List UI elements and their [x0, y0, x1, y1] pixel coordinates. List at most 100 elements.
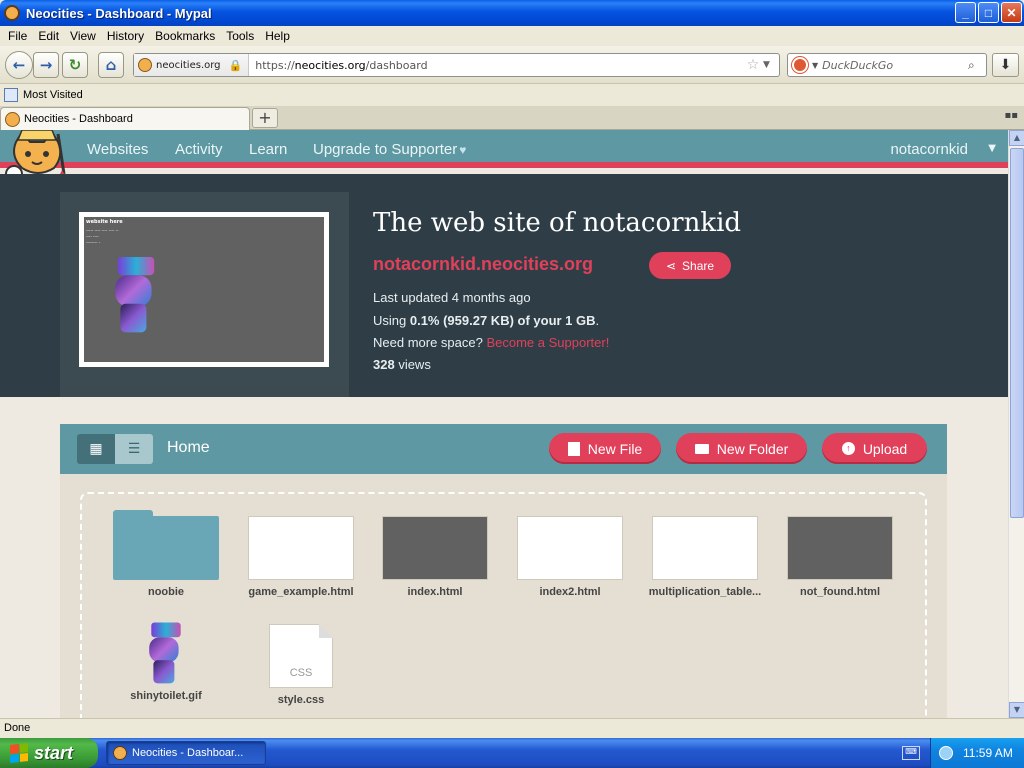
status-bar: Done: [0, 718, 1024, 738]
nav-link-activity[interactable]: Activity: [175, 141, 223, 158]
nav-link-learn[interactable]: Learn: [249, 141, 287, 158]
network-icon[interactable]: [939, 746, 953, 760]
file-name: game_example.html: [248, 586, 354, 598]
url-text[interactable]: https://neocities.org/dashboard: [249, 59, 743, 72]
url-dropdown-icon[interactable]: ▼: [763, 60, 779, 70]
share-button[interactable]: ⋖ Share: [649, 252, 731, 279]
url-prefix: https://: [255, 58, 295, 72]
nav-link-upgrade[interactable]: Upgrade to Supporter ♥: [313, 141, 466, 158]
download-arrow-icon: ⬇: [999, 57, 1012, 73]
downloads-button[interactable]: ⬇: [992, 53, 1019, 77]
nav-link-upgrade-label: Upgrade to Supporter: [313, 141, 458, 158]
html-preview-thumbnail: [787, 516, 893, 580]
search-engine-dropdown-icon[interactable]: ▼: [812, 61, 818, 70]
taskbar-item-mypal[interactable]: Neocities - Dashboar...: [106, 741, 266, 765]
user-menu[interactable]: notacornkid: [890, 141, 968, 158]
search-input[interactable]: DuckDuckGo: [822, 59, 968, 72]
file-item-noobie[interactable]: noobie: [98, 510, 234, 598]
become-supporter-link[interactable]: Become a Supporter!: [486, 335, 609, 350]
window-controls: _ □ ✕: [955, 2, 1022, 23]
user-menu-caret-icon[interactable]: ▼: [988, 143, 996, 154]
window-titlebar: Neocities - Dashboard - Mypal _ □ ✕: [0, 0, 1024, 26]
html-preview-thumbnail: [517, 516, 623, 580]
address-bar[interactable]: neocities.org 🔒 https://neocities.org/da…: [133, 53, 780, 77]
page-scrollbar[interactable]: ▲ ▼: [1008, 130, 1024, 718]
menu-view[interactable]: View: [66, 29, 103, 43]
bookmark-star-icon[interactable]: ☆: [743, 57, 763, 73]
folder-icon: [113, 510, 219, 580]
file-item-game-example[interactable]: game_example.html: [233, 516, 369, 598]
menu-history[interactable]: History: [103, 29, 151, 43]
site-identity-button[interactable]: neocities.org 🔒: [134, 54, 250, 76]
tab-list-icon[interactable]: ▪▪: [1004, 110, 1018, 121]
identity-host: neocities.org: [156, 59, 221, 71]
usage-suffix: .: [595, 313, 600, 328]
home-icon: ⌂: [105, 56, 117, 74]
upload-button[interactable]: ↑ Upload: [822, 433, 927, 464]
css-badge: CSS: [289, 667, 313, 679]
navigation-toolbar: ← → ↻ ⌂ neocities.org 🔒 https://neocitie…: [0, 46, 1024, 84]
menu-bar: File Edit View History Bookmarks Tools H…: [0, 26, 1024, 46]
home-button[interactable]: ⌂: [98, 52, 124, 78]
file-item-style-css[interactable]: CSS style.css: [233, 624, 369, 706]
reload-button[interactable]: ↻: [62, 52, 88, 78]
site-thumbnail[interactable]: website here ----- ---- ---- ---- -- ---…: [79, 212, 329, 367]
css-file-icon: CSS: [269, 624, 333, 688]
list-view-button[interactable]: ☰: [115, 434, 153, 464]
heart-icon: ♥: [459, 143, 467, 157]
keyboard-icon[interactable]: ⌨: [902, 746, 920, 760]
maximize-button[interactable]: □: [978, 2, 999, 23]
site-thumbnail-panel: website here ----- ---- ---- ---- -- ---…: [60, 192, 349, 397]
menu-edit[interactable]: Edit: [34, 29, 66, 43]
file-name: style.css: [277, 694, 325, 706]
menu-help[interactable]: Help: [261, 29, 297, 43]
menu-tools[interactable]: Tools: [222, 29, 261, 43]
page-viewport: Websites Activity Learn Upgrade to Suppo…: [0, 130, 1008, 718]
thumb-line: -------- -: [86, 240, 101, 245]
usage-value: 0.1% (959.27 KB) of your 1 GB: [409, 313, 596, 328]
bookmark-most-visited[interactable]: Most Visited: [23, 89, 83, 101]
current-folder-label: Home: [167, 439, 210, 456]
file-item-index[interactable]: index.html: [367, 516, 503, 598]
more-space-text: Need more space? Become a Supporter!: [373, 335, 609, 350]
nav-link-websites[interactable]: Websites: [87, 141, 148, 158]
toilet-image-icon: [110, 257, 162, 335]
back-button[interactable]: ←: [5, 51, 33, 79]
clock[interactable]: 11:59 AM: [963, 746, 1013, 760]
menu-file[interactable]: File: [4, 29, 34, 43]
search-icon[interactable]: ⌕: [968, 58, 986, 73]
forward-button[interactable]: →: [33, 52, 59, 78]
start-label: start: [34, 742, 74, 763]
views-label: views: [394, 357, 431, 372]
thumb-line: ----- ---- ---- ---- --: [86, 228, 119, 233]
new-file-button[interactable]: New File: [549, 433, 661, 464]
menu-bookmarks[interactable]: Bookmarks: [151, 29, 222, 43]
minimize-button[interactable]: _: [955, 2, 976, 23]
file-item-not-found[interactable]: not_found.html: [772, 516, 908, 598]
close-button[interactable]: ✕: [1001, 2, 1022, 23]
reload-icon: ↻: [68, 56, 82, 74]
site-title: The web site of notacornkid: [373, 208, 742, 238]
tab-neocities-dashboard[interactable]: Neocities - Dashboard: [0, 107, 250, 130]
bookmarks-toolbar: Most Visited: [0, 85, 1024, 105]
scroll-down-icon[interactable]: ▼: [1009, 702, 1024, 718]
file-item-multiplication-table[interactable]: multiplication_table...: [637, 516, 773, 598]
start-button[interactable]: start: [0, 738, 98, 768]
lock-icon: 🔒: [228, 58, 243, 72]
search-bar[interactable]: ▼ DuckDuckGo ⌕: [787, 53, 987, 77]
file-item-shinytoilet[interactable]: shinytoilet.gif: [98, 622, 234, 702]
grid-view-button[interactable]: ▦: [77, 434, 115, 464]
new-folder-button[interactable]: New Folder: [676, 433, 807, 464]
scrollbar-thumb[interactable]: [1010, 148, 1024, 518]
taskbar: start Neocities - Dashboar... ⌨ 11:59 AM: [0, 738, 1024, 768]
site-url-link[interactable]: notacornkid.neocities.org: [373, 254, 593, 275]
thumb-line: ---- ----: [86, 234, 99, 239]
new-tab-button[interactable]: +: [252, 108, 278, 128]
tab-favicon-icon: [5, 111, 20, 127]
duckduckgo-icon[interactable]: [792, 57, 808, 73]
status-text: Done: [4, 722, 31, 734]
views-count: 328: [373, 357, 395, 372]
scroll-up-icon[interactable]: ▲: [1009, 130, 1024, 146]
bookmark-folder-icon: [4, 88, 18, 102]
file-item-index2[interactable]: index2.html: [502, 516, 638, 598]
